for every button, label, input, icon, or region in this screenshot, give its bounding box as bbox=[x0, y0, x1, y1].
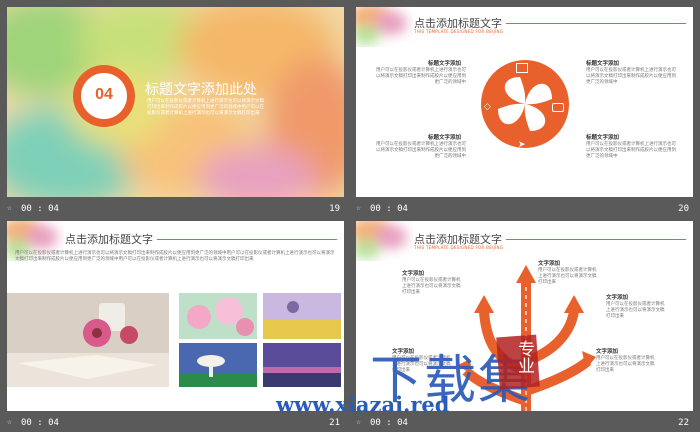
block-heading-top-right: 标题文字添加 bbox=[586, 61, 620, 67]
slide-title: 点击添加标题文字 bbox=[65, 234, 153, 246]
star-icon: ☆ bbox=[356, 417, 361, 426]
block-heading-bottom-right: 标题文字添加 bbox=[586, 135, 620, 141]
slide-subtitle: THIS TEMPLATE DESIGNED FOR BEIJING bbox=[414, 29, 504, 34]
arrow-label-1-heading: 文字添加 bbox=[402, 271, 425, 277]
star-icon: ☆ bbox=[356, 203, 361, 212]
arrow-label-2-text: 用户可以在投影仪或者计算机上进行演示也可以将演示文稿打印出来 bbox=[538, 268, 597, 285]
star-icon: ☆ bbox=[7, 417, 12, 426]
block-text-top-left: 用户可以在投影仪或者计算机上进行演示也可以将演示文稿打印出来制作成胶片以便应用到… bbox=[376, 68, 466, 85]
slide-subtitle: THIS TEMPLATE DESIGNED FOR BEIJING bbox=[414, 245, 504, 250]
slide-number: 22 bbox=[678, 418, 689, 428]
slide-20-thumbnail[interactable]: 点击添加标题文字 THIS TEMPLATE DESIGNED FOR BEIJ… bbox=[356, 7, 693, 197]
block-heading-top-left: 标题文字添加 bbox=[428, 61, 462, 67]
slide-timing: 00 : 04 bbox=[370, 418, 408, 428]
arrow-label-2-heading: 文字添加 bbox=[538, 261, 561, 267]
block-heading-bottom-left: 标题文字添加 bbox=[428, 135, 462, 141]
slide-19-caption: ☆ 00 : 04 19 bbox=[7, 200, 344, 218]
watercolor-corner bbox=[356, 7, 407, 45]
slide-20-caption: ☆ 00 : 04 20 bbox=[356, 200, 693, 218]
section-title: 标题文字添加此处 bbox=[145, 81, 257, 97]
photo-tulip-field bbox=[263, 293, 341, 339]
section-number: 04 bbox=[95, 86, 113, 103]
image-icon bbox=[516, 63, 528, 73]
slide-19-thumbnail[interactable]: 04 标题文字添加此处 用户可以在投影仪或者计算机上进行演示也可以将演示文稿打印… bbox=[7, 7, 344, 197]
watermark-stamp-text: 专业 bbox=[514, 340, 534, 374]
slide-21-thumbnail[interactable]: 点击添加标题文字 用户可以在投影仪或者计算机上进行演示也可以将演示文稿打印出来制… bbox=[7, 221, 344, 411]
arrow-label-5-heading: 文字添加 bbox=[596, 349, 619, 355]
slide-timing: 00 : 04 bbox=[21, 418, 59, 428]
block-text-top-right: 用户可以在投影仪或者计算机上进行演示也可以将演示文稿打印出来制作成胶片以便应用到… bbox=[586, 68, 676, 85]
photo-lake-sunset bbox=[263, 343, 341, 387]
block-text-bottom-right: 用户可以在投影仪或者计算机上进行演示也可以将演示文稿打印出来制作成胶片以便应用到… bbox=[586, 142, 676, 159]
slide-number: 21 bbox=[329, 418, 340, 428]
watermark-url: www.xiazai.red bbox=[276, 392, 450, 417]
slide-number: 20 bbox=[678, 204, 689, 214]
diamond-icon: ◇ bbox=[484, 102, 491, 112]
star-icon: ☆ bbox=[7, 203, 12, 212]
arrow-label-5-text: 用户可以在投影仪或者计算机上进行演示也可以将演示文稿打印出来 bbox=[596, 356, 655, 373]
arrow-label-1-text: 用户可以在投影仪或者计算机上进行演示也可以将演示文稿打印出来 bbox=[402, 278, 461, 295]
title-underline bbox=[506, 23, 686, 24]
photo-mushroom bbox=[179, 343, 257, 387]
title-underline bbox=[157, 239, 337, 240]
slide-timing: 00 : 04 bbox=[21, 204, 59, 214]
title-underline bbox=[506, 239, 686, 240]
paper-plane-icon: ➤ bbox=[518, 140, 526, 150]
arrow-label-3-text: 用户可以在投影仪或者计算机上进行演示也可以将演示文稿打印出来 bbox=[606, 302, 665, 319]
section-body: 用户可以在投影仪或者计算机上进行演示也可以将演示文稿打印出来制作成胶片以便应用到… bbox=[147, 99, 264, 116]
slide-number: 19 bbox=[329, 204, 340, 214]
slide-body-text: 用户可以在投影仪或者计算机上进行演示也可以将演示文稿打印出来制作成胶片以便应用到… bbox=[15, 251, 335, 262]
arrow-label-3-heading: 文字添加 bbox=[606, 295, 629, 301]
block-text-bottom-left: 用户可以在投影仪或者计算机上进行演示也可以将演示文稿打印出来制作成胶片以便应用到… bbox=[376, 142, 466, 159]
watercolor-corner bbox=[356, 221, 407, 259]
photo-flowers-book bbox=[7, 293, 169, 387]
wallet-icon bbox=[552, 103, 564, 112]
slide-timing: 00 : 04 bbox=[370, 204, 408, 214]
photo-pink-flowers bbox=[179, 293, 257, 339]
